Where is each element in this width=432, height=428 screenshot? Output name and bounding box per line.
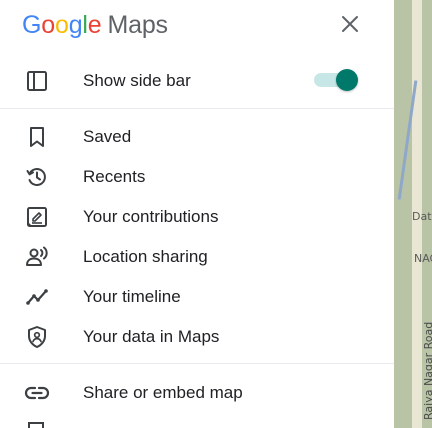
- menu-item-label: Saved: [83, 127, 132, 146]
- bookmark-icon: [24, 125, 50, 149]
- menu-item-share-embed[interactable]: Share or embed map: [0, 373, 394, 413]
- logo-letter: G: [22, 11, 42, 39]
- map-label: NAGA: [414, 252, 432, 265]
- menu-item-label: Your data in Maps: [83, 327, 220, 346]
- menu-item-label: Share or embed map: [83, 383, 243, 402]
- contributions-icon: [24, 205, 50, 229]
- location-sharing-icon: [24, 245, 50, 269]
- menu-item-label: Your timeline: [83, 287, 181, 306]
- link-icon: [24, 381, 50, 405]
- menu-item-label: Recents: [83, 167, 146, 186]
- sidebar-icon: [24, 69, 50, 93]
- logo-letter: e: [87, 11, 102, 39]
- show-side-bar-toggle[interactable]: [314, 68, 360, 92]
- close-icon: [342, 16, 358, 32]
- map-label: Dat: [412, 210, 432, 223]
- logo-letter: o: [41, 11, 55, 39]
- menu-item-label: Your contributions: [83, 207, 219, 226]
- menu-item-location-sharing[interactable]: Location sharing: [0, 237, 394, 277]
- menu-item-saved[interactable]: Saved: [0, 117, 394, 157]
- menu-item-label: Location sharing: [83, 247, 208, 266]
- show-side-bar-label: Show side bar: [83, 71, 191, 90]
- history-icon: [24, 165, 50, 189]
- toggle-knob: [336, 69, 358, 91]
- menu-divider: [0, 363, 394, 364]
- timeline-icon: [24, 285, 50, 309]
- google-maps-logo: Google Maps: [22, 9, 168, 41]
- menu-item-timeline[interactable]: Your timeline: [0, 277, 394, 317]
- logo-letter: g: [68, 11, 83, 39]
- logo-letter: o: [54, 11, 69, 39]
- menu-divider: [0, 108, 394, 109]
- menu-item-contributions[interactable]: Your contributions: [0, 197, 394, 237]
- map-road-label: Rajya Nagar Road: [422, 321, 432, 420]
- close-menu-button[interactable]: [336, 10, 364, 38]
- shield-icon: [24, 325, 50, 349]
- menu-item-recents[interactable]: Recents: [0, 157, 394, 197]
- menu-item-your-data[interactable]: Your data in Maps: [0, 317, 394, 357]
- side-menu-panel: Google Maps Show side bar Saved Recents …: [0, 0, 394, 428]
- print-icon: [27, 421, 45, 428]
- logo-maps-word: Maps: [107, 11, 168, 39]
